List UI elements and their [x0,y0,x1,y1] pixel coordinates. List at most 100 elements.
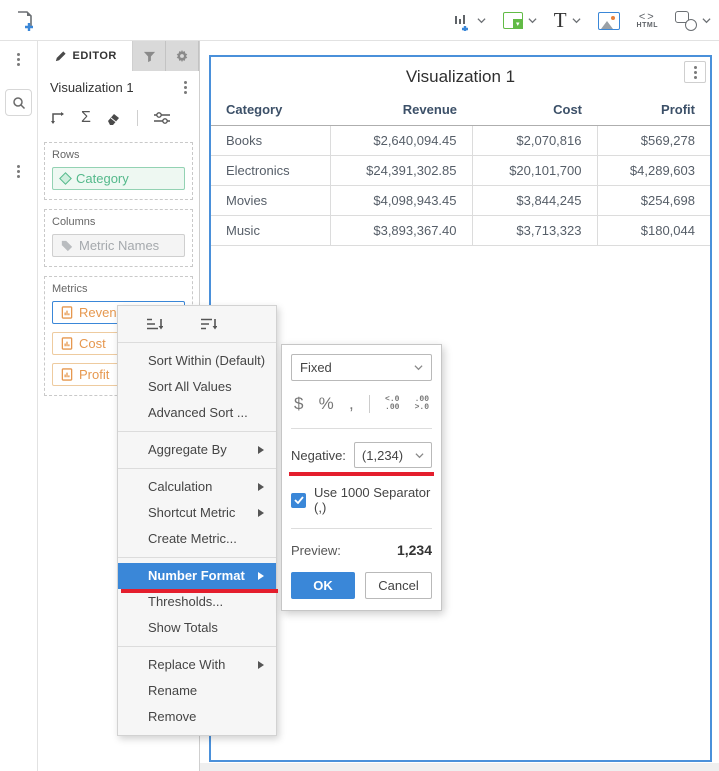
format-sliders-icon[interactable] [153,110,171,126]
column-header-profit[interactable]: Profit [597,94,710,126]
percent-format-icon[interactable]: % [319,394,334,414]
cell-profit[interactable]: $254,698 [596,185,710,216]
chevron-down-icon [702,18,711,24]
canvas-bottom-strip [200,763,719,771]
decrease-decimal-icon[interactable]: <.0.00 [385,396,399,412]
tab-settings[interactable] [166,41,199,71]
menu-item-aggregate-by[interactable]: Aggregate By [118,437,276,463]
annotation-underline-negative [289,472,434,476]
number-format-popup: Fixed $ % , <.0.00 .00 >.0 Negative: (1,2… [281,344,442,611]
visualization-menu-icon[interactable] [184,80,187,94]
submenu-arrow-icon [258,509,264,517]
menu-item-replace-with[interactable]: Replace With [118,652,276,678]
column-header-revenue[interactable]: Revenue [330,94,472,126]
add-html-button[interactable]: <> HTML [637,12,658,30]
cancel-button[interactable]: Cancel [365,572,432,599]
add-visualization-button[interactable] [452,11,486,31]
chevron-down-icon [415,452,424,458]
sort-ascending-icon[interactable] [146,316,163,332]
panel-title: Visualization 1 [50,79,134,95]
rail-menu-icon[interactable] [17,165,20,178]
cell-cost[interactable]: $2,070,816 [471,125,597,156]
cell-profit[interactable]: $4,289,603 [596,155,710,186]
popup-buttons: OK Cancel [291,572,432,599]
new-page-icon [18,11,33,31]
data-grid: Category Revenue Cost Profit Books $2,64… [211,94,710,246]
submenu-arrow-icon [258,483,264,491]
cell-category[interactable]: Music [211,215,330,246]
panel-title-row: Visualization 1 [38,71,199,103]
cell-revenue[interactable]: $2,640,094.45 [329,125,472,156]
pencil-icon [55,50,66,61]
menu-item-sort-all-values[interactable]: Sort All Values [118,374,276,400]
menu-item-rename[interactable]: Rename [118,678,276,704]
visualization-title: Visualization 1 [405,67,516,86]
cell-category[interactable]: Electronics [211,155,330,186]
menu-item-shortcut-metric[interactable]: Shortcut Metric [118,500,276,526]
top-toolbar: ▾ T <> HTML [0,0,719,41]
add-filter-button[interactable]: ▾ [502,12,537,29]
visualization-options-button[interactable] [684,61,706,83]
text-icon: T [553,8,567,32]
menu-item-sort-within[interactable]: Sort Within (Default) [118,348,276,374]
add-shapes-button[interactable] [675,10,711,31]
divider [136,110,138,126]
tab-editor[interactable]: EDITOR [38,41,134,71]
checkbox-checked-icon[interactable] [291,492,306,508]
cell-profit[interactable]: $569,278 [596,125,710,156]
swap-axes-icon[interactable] [50,110,66,126]
menu-item-advanced-sort[interactable]: Advanced Sort ... [118,400,276,426]
chip-metric-names[interactable]: Metric Names [52,234,185,257]
table-row: Music $3,893,367.40 $3,713,323 $180,044 [211,215,710,246]
negative-format-row: Negative: (1,234) [289,442,434,476]
column-header-category[interactable]: Category [211,94,330,126]
submenu-arrow-icon [258,572,264,580]
image-icon [597,11,620,30]
metric-icon [61,306,73,319]
preview-row: Preview: 1,234 [291,542,432,558]
add-text-button[interactable]: T [554,10,581,31]
kebab-icon [693,65,697,79]
metrics-label: Metrics [52,283,88,295]
search-button[interactable] [5,89,32,116]
format-type-select[interactable]: Fixed [291,354,432,381]
cell-cost[interactable]: $3,713,323 [471,215,597,246]
menu-item-number-format[interactable]: Number Format [118,563,278,593]
metric-icon [61,337,73,350]
submenu-arrow-icon [258,446,264,454]
negative-format-select[interactable]: (1,234) [353,442,432,468]
increase-decimal-icon[interactable]: .00 >.0 [415,396,429,412]
add-image-button[interactable] [597,11,620,30]
menu-item-remove[interactable]: Remove [118,704,276,730]
new-page-button[interactable] [12,8,38,34]
sigma-icon[interactable]: Σ [81,110,91,126]
currency-format-icon[interactable]: $ [294,394,303,414]
cell-cost[interactable]: $3,844,245 [471,185,597,216]
menu-item-calculation[interactable]: Calculation [118,474,276,500]
cell-cost[interactable]: $20,101,700 [471,155,597,186]
eraser-icon[interactable] [106,110,122,126]
cell-profit[interactable]: $180,044 [596,215,710,246]
ok-button[interactable]: OK [291,572,356,599]
editor-tools-row: Σ [38,103,199,133]
menu-item-create-metric[interactable]: Create Metric... [118,526,276,552]
comma-format-icon[interactable]: , [349,394,354,414]
column-header-cost[interactable]: Cost [472,94,597,126]
panel-menu-icon[interactable] [17,53,20,66]
search-icon [12,96,25,109]
chip-category[interactable]: Category [52,167,185,190]
thousand-separator-option[interactable]: Use 1000 Separator (,) [291,485,432,515]
cell-category[interactable]: Books [211,125,330,156]
cell-category[interactable]: Movies [211,185,330,216]
popup-divider [291,528,432,529]
cell-revenue[interactable]: $3,893,367.40 [329,215,472,246]
tab-filter[interactable] [133,41,167,71]
menu-item-show-totals[interactable]: Show Totals [118,615,276,641]
popup-divider [291,428,432,429]
table-row: Electronics $24,391,302.85 $20,101,700 $… [211,155,710,186]
chevron-down-icon [477,18,486,24]
cell-revenue[interactable]: $24,391,302.85 [329,155,472,186]
gear-icon [176,49,188,63]
sort-descending-icon[interactable] [200,316,217,332]
cell-revenue[interactable]: $4,098,943.45 [329,185,472,216]
